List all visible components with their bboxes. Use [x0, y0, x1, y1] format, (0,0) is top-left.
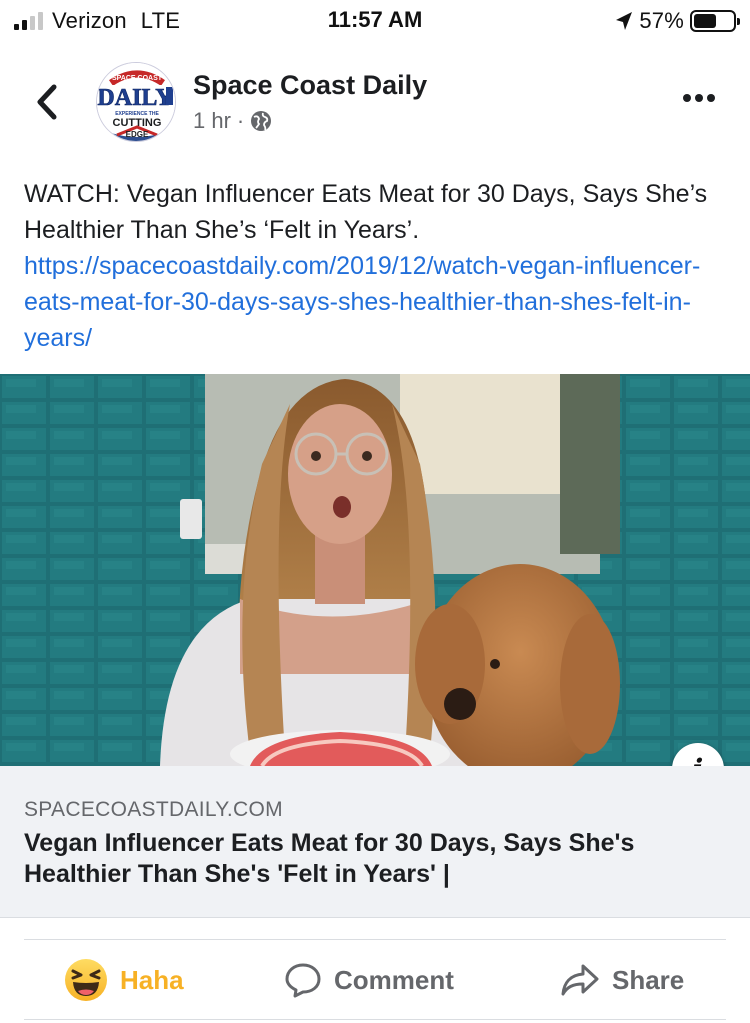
- more-options-button[interactable]: [683, 94, 715, 102]
- chevron-left-icon: [37, 84, 57, 120]
- post-message: WATCH: Vegan Influencer Eats Meat for 30…: [24, 176, 729, 356]
- article-photo: [0, 374, 750, 766]
- dot-icon: [683, 94, 691, 102]
- battery-fill: [694, 14, 716, 28]
- preview-domain: SPACECOASTDAILY.COM: [24, 798, 283, 821]
- svg-text:SPACE COAST: SPACE COAST: [112, 75, 163, 82]
- comment-label: Comment: [334, 964, 454, 995]
- back-button[interactable]: [30, 82, 64, 122]
- dot-icon: [695, 94, 703, 102]
- share-button[interactable]: Share: [560, 956, 684, 1004]
- globe-icon: [251, 111, 272, 131]
- comment-button[interactable]: Comment: [284, 956, 454, 1004]
- post-meta: 1 hr ·: [193, 108, 272, 134]
- location-arrow-icon: [616, 12, 633, 30]
- share-arrow-icon: [561, 964, 599, 996]
- post-actions: Haha Comment Share: [0, 950, 750, 1010]
- battery-percent: 57%: [639, 8, 684, 33]
- post-link[interactable]: https://spacecoastdaily.com/2019/12/watc…: [24, 252, 700, 352]
- link-preview-image[interactable]: [0, 374, 750, 766]
- battery-status: 57%: [615, 8, 740, 34]
- post-header: SPACE COAST DAILY EXPERIENCE THE CUTTING…: [0, 56, 750, 146]
- status-bar: Verizon LTE 11:57 AM 57%: [0, 0, 750, 40]
- svg-text:DAILY: DAILY: [97, 85, 172, 111]
- haha-reaction-button[interactable]: Haha: [64, 956, 184, 1004]
- post-time[interactable]: 1 hr: [193, 108, 231, 134]
- share-label: Share: [612, 964, 685, 995]
- space-coast-daily-logo: SPACE COAST DAILY EXPERIENCE THE CUTTING…: [97, 63, 175, 141]
- haha-label: Haha: [120, 964, 184, 995]
- battery-icon: [690, 10, 740, 32]
- dot-icon: [707, 94, 715, 102]
- haha-emoji-icon: [65, 959, 107, 1001]
- preview-title: Vegan Influencer Eats Meat for 30 Days, …: [24, 829, 635, 888]
- link-preview-card[interactable]: SPACECOASTDAILY.COM Vegan Influencer Eat…: [0, 766, 750, 918]
- meta-separator: ·: [236, 108, 245, 133]
- page-avatar[interactable]: SPACE COAST DAILY EXPERIENCE THE CUTTING…: [96, 62, 176, 142]
- svg-text:EDGE: EDGE: [126, 130, 149, 139]
- comment-bubble-icon: [285, 963, 321, 998]
- post-text: WATCH: Vegan Influencer Eats Meat for 30…: [24, 180, 708, 244]
- page-name[interactable]: Space Coast Daily: [193, 70, 427, 101]
- bottom-divider: [24, 1019, 726, 1020]
- actions-divider: [24, 939, 726, 940]
